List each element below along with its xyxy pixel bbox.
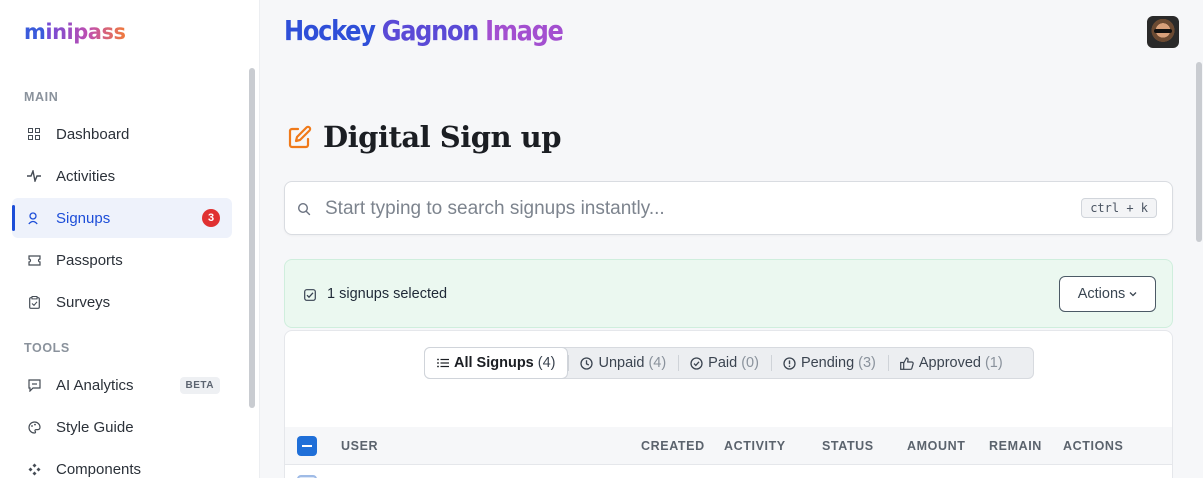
section-label-main: MAIN [24,90,59,104]
logo-text: inipass [45,20,126,44]
tab-label: All Signups [454,354,534,371]
activity-pulse-icon [24,170,44,182]
keyboard-shortcut-hint: ctrl + k [1081,198,1157,218]
beta-tag: BETA [179,377,220,394]
components-icon [24,463,44,476]
sidebar-item-label: Surveys [56,293,111,311]
logo-prefix: m [24,20,46,44]
sidebar-item-label: Passports [56,251,123,269]
search-bar: ctrl + k [284,181,1173,235]
sidebar-item-style-guide[interactable]: Style Guide [12,407,232,447]
tab-count: (0) [741,355,759,371]
palette-icon [24,420,44,434]
signups-table-card: All Signups (4) Unpaid (4) Paid (0) Pend… [284,330,1173,478]
search-icon [297,202,311,221]
sidebar-item-label: Dashboard [56,125,130,143]
tab-label: Paid [708,355,738,371]
tab-unpaid[interactable]: Unpaid (4) [568,348,678,378]
check-circle-icon [690,356,703,370]
alert-circle-icon [783,356,796,370]
tab-count: (3) [858,355,876,371]
section-label-tools: TOOLS [24,341,70,355]
tab-label: Approved [918,355,981,371]
search-input[interactable] [325,194,1085,224]
column-header-activity[interactable]: ACTIVITY [724,439,786,453]
signups-count-badge: 3 [202,209,220,227]
tab-paid[interactable]: Paid (0) [678,348,771,378]
selection-bar: 1 signups selected Actions [284,259,1173,328]
checkbox-checked-icon [304,288,316,306]
clock-icon [580,356,594,370]
user-avatar[interactable] [1147,16,1179,48]
status-filter-tabs: All Signups (4) Unpaid (4) Paid (0) Pend… [424,346,1034,379]
sidebar: minipass MAIN Dashboard Activities Signu… [0,0,260,478]
chat-analytics-icon [24,378,44,392]
sidebar-item-ai-analytics[interactable]: AI Analytics BETA [12,365,232,405]
selection-count-text: 1 signups selected [327,286,448,302]
tab-label: Unpaid [598,355,645,371]
sidebar-item-label: Signups [56,209,111,227]
main-scrollbar[interactable] [1196,62,1202,242]
chevron-down-icon [1129,289,1137,300]
tab-count: (4) [648,355,667,371]
tab-count: (1) [984,355,1003,371]
org-title-word: Image [485,14,564,47]
minipass-logo[interactable]: minipass [24,20,126,44]
ticket-icon [24,254,44,266]
select-all-checkbox[interactable] [297,436,317,456]
tab-approved[interactable]: Approved (1) [887,348,1015,378]
sidebar-item-activities[interactable]: Activities [12,156,232,196]
sidebar-item-label: Activities [56,167,116,185]
column-header-actions: ACTIONS [1063,439,1124,453]
actions-dropdown-button[interactable]: Actions [1059,276,1156,312]
sidebar-item-dashboard[interactable]: Dashboard [12,114,232,154]
tab-all-signups[interactable]: All Signups (4) [424,346,569,379]
column-header-remain[interactable]: REMAIN [989,439,1042,453]
sidebar-item-label: AI Analytics [56,376,134,394]
page-title: Digital Sign up [287,120,562,154]
dashboard-grid-icon [24,128,44,140]
user-signup-icon [24,211,44,225]
tab-pending[interactable]: Pending (3) [770,348,888,378]
edit-pencil-icon [287,124,313,150]
organization-title: Hockey Gagnon Image [284,14,564,47]
table-header: USER CREATED ACTIVITY STATUS AMOUNT REMA… [285,427,1172,465]
sidebar-item-label: Style Guide [56,418,134,436]
page-title-text: Digital Sign up [323,120,562,154]
sidebar-item-signups[interactable]: Signups 3 [12,198,232,238]
sidebar-item-components[interactable]: Components [12,449,232,478]
sidebar-scrollbar[interactable] [249,68,255,408]
sidebar-item-passports[interactable]: Passports [12,240,232,280]
column-header-user[interactable]: USER [341,439,378,453]
sidebar-item-label: Components [56,460,142,478]
actions-label: Actions [1077,286,1126,302]
tab-count: (4) [537,354,556,371]
list-icon [437,358,449,368]
tab-label: Pending [800,355,855,371]
sidebar-item-surveys[interactable]: Surveys [12,282,232,322]
org-title-word: Hockey [284,14,376,47]
column-header-amount[interactable]: AMOUNT [907,439,965,453]
thumbs-up-icon [899,356,914,370]
org-title-word: Gagnon [381,14,480,47]
column-header-status[interactable]: STATUS [822,439,874,453]
column-header-created[interactable]: CREATED [641,439,705,453]
clipboard-icon [24,295,44,309]
